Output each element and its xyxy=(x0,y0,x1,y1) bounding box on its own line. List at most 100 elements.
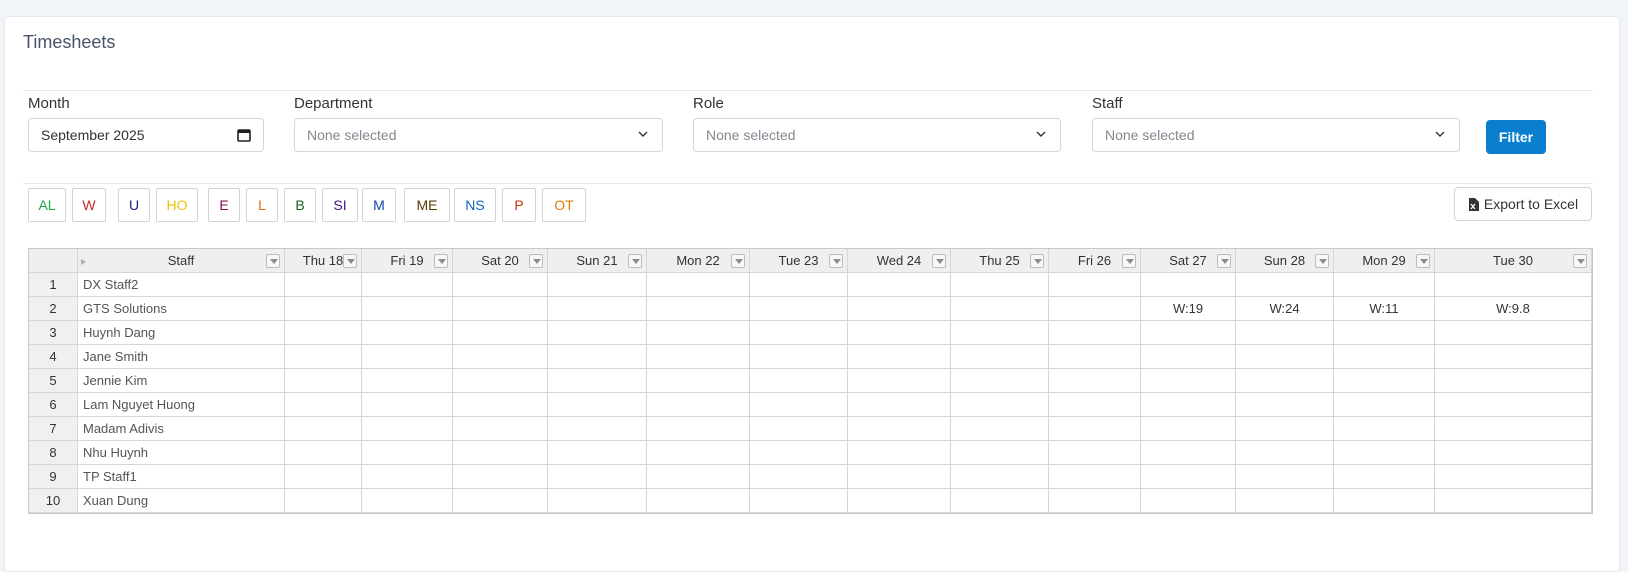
timesheet-cell[interactable] xyxy=(1141,441,1236,465)
timesheet-cell[interactable] xyxy=(750,417,848,441)
timesheet-cell[interactable] xyxy=(750,273,848,297)
staff-name-cell[interactable]: Jane Smith xyxy=(78,345,285,369)
timesheet-cell[interactable] xyxy=(1435,441,1592,465)
timesheet-cell[interactable] xyxy=(1141,321,1236,345)
timesheet-cell[interactable] xyxy=(647,345,750,369)
timesheet-cell[interactable] xyxy=(285,441,362,465)
legend-al[interactable]: AL xyxy=(28,188,66,222)
timesheet-cell[interactable] xyxy=(362,297,453,321)
legend-e[interactable]: E xyxy=(208,188,240,222)
column-filter-icon[interactable] xyxy=(932,254,946,268)
legend-ot[interactable]: OT xyxy=(542,188,586,222)
legend-me[interactable]: ME xyxy=(404,188,450,222)
timesheet-cell[interactable] xyxy=(548,489,647,513)
legend-ns[interactable]: NS xyxy=(454,188,496,222)
timesheet-cell[interactable] xyxy=(951,441,1049,465)
timesheet-cell[interactable] xyxy=(453,345,548,369)
timesheet-cell[interactable] xyxy=(1435,345,1592,369)
timesheet-cell[interactable] xyxy=(1049,417,1141,441)
timesheet-cell[interactable] xyxy=(548,297,647,321)
timesheet-cell[interactable] xyxy=(1141,489,1236,513)
timesheet-cell[interactable]: W:24 xyxy=(1236,297,1334,321)
timesheet-cell[interactable] xyxy=(848,489,951,513)
timesheet-cell[interactable] xyxy=(362,465,453,489)
timesheet-cell[interactable] xyxy=(750,321,848,345)
timesheet-cell[interactable] xyxy=(362,345,453,369)
timesheet-cell[interactable] xyxy=(647,465,750,489)
timesheet-cell[interactable] xyxy=(453,465,548,489)
timesheet-cell[interactable] xyxy=(285,369,362,393)
column-filter-icon[interactable] xyxy=(829,254,843,268)
timesheet-cell[interactable] xyxy=(647,417,750,441)
timesheet-cell[interactable] xyxy=(548,417,647,441)
timesheet-cell[interactable] xyxy=(951,321,1049,345)
timesheet-cell[interactable] xyxy=(1236,345,1334,369)
legend-p[interactable]: P xyxy=(502,188,536,222)
timesheet-cell[interactable] xyxy=(750,297,848,321)
timesheet-cell[interactable] xyxy=(1236,441,1334,465)
timesheet-cell[interactable]: W:11 xyxy=(1334,297,1435,321)
timesheet-cell[interactable] xyxy=(647,393,750,417)
timesheet-cell[interactable] xyxy=(951,465,1049,489)
timesheet-cell[interactable] xyxy=(1049,321,1141,345)
timesheet-cell[interactable] xyxy=(1049,441,1141,465)
column-filter-icon[interactable] xyxy=(731,254,745,268)
timesheet-cell[interactable] xyxy=(750,345,848,369)
timesheet-cell[interactable] xyxy=(1049,297,1141,321)
legend-ho[interactable]: HO xyxy=(156,188,198,222)
timesheet-cell[interactable] xyxy=(1236,393,1334,417)
timesheet-cell[interactable] xyxy=(362,489,453,513)
timesheet-cell[interactable] xyxy=(453,369,548,393)
timesheet-cell[interactable] xyxy=(1334,465,1435,489)
timesheet-cell[interactable] xyxy=(285,273,362,297)
timesheet-cell[interactable] xyxy=(548,273,647,297)
timesheet-cell[interactable] xyxy=(647,273,750,297)
timesheet-cell[interactable] xyxy=(750,465,848,489)
timesheet-cell[interactable] xyxy=(951,393,1049,417)
timesheet-cell[interactable] xyxy=(750,489,848,513)
timesheet-cell[interactable] xyxy=(951,273,1049,297)
timesheet-cell[interactable] xyxy=(951,297,1049,321)
staff-name-cell[interactable]: Lam Nguyet Huong xyxy=(78,393,285,417)
timesheet-cell[interactable] xyxy=(1435,489,1592,513)
timesheet-cell[interactable] xyxy=(285,465,362,489)
timesheet-cell[interactable] xyxy=(647,441,750,465)
timesheet-cell[interactable] xyxy=(1049,489,1141,513)
legend-w[interactable]: W xyxy=(72,188,106,222)
timesheet-cell[interactable] xyxy=(285,345,362,369)
timesheet-cell[interactable] xyxy=(1049,369,1141,393)
department-select[interactable]: None selected xyxy=(294,118,663,152)
staff-name-cell[interactable]: TP Staff1 xyxy=(78,465,285,489)
timesheet-cell[interactable] xyxy=(1435,393,1592,417)
timesheet-cell[interactable] xyxy=(1334,441,1435,465)
timesheet-cell[interactable] xyxy=(285,489,362,513)
timesheet-cell[interactable] xyxy=(453,321,548,345)
timesheet-cell[interactable] xyxy=(1334,345,1435,369)
timesheet-cell[interactable] xyxy=(362,369,453,393)
timesheet-cell[interactable] xyxy=(1236,465,1334,489)
timesheet-cell[interactable] xyxy=(362,321,453,345)
timesheet-cell[interactable] xyxy=(285,297,362,321)
timesheet-cell[interactable] xyxy=(848,369,951,393)
timesheet-cell[interactable] xyxy=(1334,369,1435,393)
timesheet-cell[interactable] xyxy=(647,297,750,321)
column-filter-icon[interactable] xyxy=(343,254,357,268)
timesheet-cell[interactable] xyxy=(362,417,453,441)
timesheet-cell[interactable] xyxy=(951,369,1049,393)
legend-u[interactable]: U xyxy=(118,188,150,222)
timesheet-cell[interactable] xyxy=(951,417,1049,441)
timesheet-cell[interactable] xyxy=(1236,417,1334,441)
timesheet-cell[interactable] xyxy=(848,345,951,369)
timesheet-cell[interactable] xyxy=(1334,321,1435,345)
role-select[interactable]: None selected xyxy=(693,118,1061,152)
timesheet-cell[interactable] xyxy=(548,393,647,417)
timesheet-cell[interactable] xyxy=(1141,345,1236,369)
timesheet-cell[interactable] xyxy=(848,321,951,345)
column-filter-icon[interactable] xyxy=(266,254,280,268)
column-filter-icon[interactable] xyxy=(1416,254,1430,268)
timesheet-cell[interactable] xyxy=(1435,369,1592,393)
timesheet-cell[interactable] xyxy=(951,345,1049,369)
timesheet-cell[interactable] xyxy=(1435,321,1592,345)
filter-button[interactable]: Filter xyxy=(1486,120,1546,154)
timesheet-cell[interactable] xyxy=(1049,465,1141,489)
